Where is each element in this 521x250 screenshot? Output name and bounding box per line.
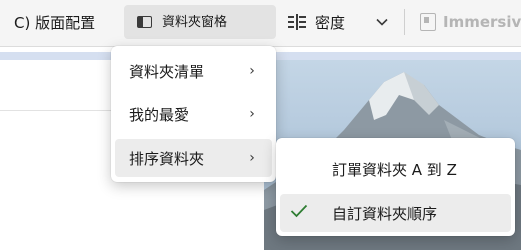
custom-folder-order-option[interactable]: 自訂資料夾順序 [280,194,511,232]
ribbon-toolbar: C) 版面配置 資料夾窗格 密度 Immersive [0,0,521,47]
density-button[interactable]: 密度 [288,5,345,39]
folder-pane-icon [137,16,152,28]
chevron-right-icon: › [249,150,255,166]
chevron-right-icon: › [249,63,255,79]
menu-item-sort-folders[interactable]: 排序資料夾 › [115,139,272,177]
menu-item-favorites[interactable]: 我的最愛 › [115,95,272,133]
checkmark-icon [290,203,310,223]
chevron-right-icon: › [249,106,255,122]
sort-folders-submenu: 訂單資料夾 A 到 Z 自訂資料夾順序 [276,138,515,236]
folder-pane-label: 資料夾窗格 [162,14,228,30]
layout-button[interactable]: C) 版面配置 [14,5,95,39]
custom-folder-order-label: 自訂資料夾順序 [332,204,438,223]
menu-item-label: 排序資料夾 [129,149,205,168]
immersive-reader-icon [420,13,436,31]
density-dropdown[interactable] [372,5,392,39]
content-divider [0,110,112,111]
immersive-reader-button[interactable]: Immersive [420,5,521,39]
sort-a-to-z-option[interactable]: 訂單資料夾 A 到 Z [280,150,511,188]
menu-item-label: 資料夾清單 [129,62,205,81]
folder-pane-menu: 資料夾清單 › 我的最愛 › 排序資料夾 › [111,46,276,182]
chevron-down-icon [376,18,388,26]
density-icon [288,14,306,30]
layout-label: C) 版面配置 [14,13,96,32]
menu-item-folder-list[interactable]: 資料夾清單 › [115,52,272,90]
menu-item-label: 我的最愛 [129,105,190,124]
sort-a-to-z-label: 訂單資料夾 A 到 Z [332,160,457,179]
immersive-label: Immersive [443,13,521,31]
folder-pane-button[interactable]: 資料夾窗格 [124,5,276,39]
content-area [0,60,112,250]
density-label: 密度 [315,13,346,32]
ribbon-divider [404,9,405,35]
